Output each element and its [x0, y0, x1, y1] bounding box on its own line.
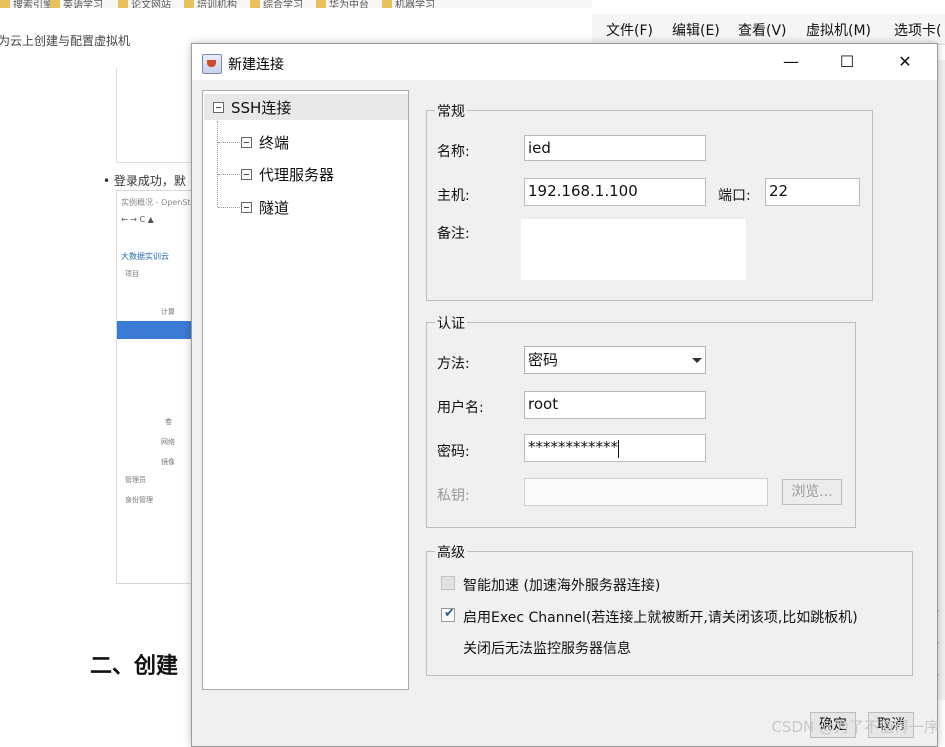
tree-connector	[218, 174, 240, 175]
tree-item-proxy[interactable]: 代理服务器	[239, 161, 399, 187]
screenshot-label: 计算	[161, 308, 175, 316]
bookmark-item[interactable]: 论文网站	[118, 0, 171, 8]
folder-icon	[250, 0, 260, 8]
note-input[interactable]	[521, 219, 746, 280]
dialog-titlebar[interactable]: 新建连接 — ☐ ✕	[192, 44, 937, 80]
folder-icon	[382, 0, 392, 8]
password-input[interactable]: ************	[524, 434, 706, 462]
screenshot-label: 网络	[161, 438, 175, 446]
auth-method-select[interactable]: 密码	[524, 346, 706, 374]
private-key-input[interactable]	[524, 478, 768, 506]
browse-button[interactable]: 浏览...	[782, 479, 842, 505]
exec-channel-checkbox[interactable]: ✔	[441, 606, 455, 622]
folder-icon	[184, 0, 194, 8]
collapse-icon[interactable]	[241, 169, 252, 180]
general-group: 常规 名称: ied 主机: 192.168.1.100 端口: 22 备注:	[426, 101, 873, 301]
tree-connector	[218, 142, 240, 143]
terminal-menu-bar: 文件(F) 编辑(E) 查看(V) 虚拟机(M) 选项卡(	[592, 14, 945, 45]
tree-item-ssh[interactable]: SSH连接	[204, 94, 408, 120]
method-label: 方法:	[437, 356, 470, 372]
exec-channel-note: 关闭后无法监控服务器信息	[463, 641, 631, 657]
auth-method-value: 密码	[528, 351, 559, 369]
checkmark-icon: ✔	[444, 606, 455, 621]
menu-tabs[interactable]: 选项卡(	[894, 20, 941, 40]
password-label: 密码:	[437, 444, 470, 460]
bookmark-item[interactable]: 搜索引擎	[0, 0, 53, 8]
java-app-icon	[202, 54, 222, 74]
connection-settings-tree: SSH连接 终端 代理服务器 隧道	[202, 90, 409, 690]
tree-item-tunnel[interactable]: 隧道	[239, 194, 399, 220]
tree-connector	[217, 121, 218, 207]
host-input[interactable]: 192.168.1.100	[524, 178, 706, 206]
bookmark-item[interactable]: 培训机构	[184, 0, 237, 8]
screenshot-highlight-bar	[117, 321, 195, 339]
article-bullet: • 登录成功，默	[103, 174, 186, 188]
tree-item-label: 隧道	[259, 199, 290, 217]
note-label: 备注:	[437, 226, 470, 242]
close-button[interactable]: ✕	[882, 44, 928, 80]
tree-item-terminal[interactable]: 终端	[239, 129, 399, 155]
auth-group: 认证 方法: 密码 用户名: root 密码: ************ 私钥:…	[426, 313, 856, 528]
folder-icon	[316, 0, 326, 8]
collapse-icon[interactable]	[241, 202, 252, 213]
tree-item-label: SSH连接	[231, 99, 292, 117]
screenshot-nav-icons: ← → C ▲	[121, 215, 154, 224]
host-label: 主机:	[437, 188, 470, 204]
bookmark-item[interactable]: 英语学习	[50, 0, 103, 8]
collapse-icon[interactable]	[241, 137, 252, 148]
menu-file[interactable]: 文件(F)	[606, 20, 653, 40]
screenshot-label: 项目	[125, 270, 139, 278]
bookmark-item[interactable]: 机器学习	[382, 0, 435, 8]
screenshot-label: 镜像	[161, 458, 175, 466]
browser-bookmark-bar: 搜索引擎 英语学习 论文网站 培训机构 综合学习 华为中台 机器学习	[0, 0, 592, 8]
advanced-group: 高级 智能加速 (加速海外服务器连接) ✔ 启用Exec Channel(若连接…	[426, 542, 913, 676]
screenshot-label: 管理员	[125, 476, 146, 484]
private-key-label: 私钥:	[437, 488, 470, 504]
port-input[interactable]: 22	[765, 178, 860, 206]
bookmark-item[interactable]: 华为中台	[316, 0, 369, 8]
tree-item-label: 代理服务器	[259, 166, 335, 184]
folder-icon	[118, 0, 128, 8]
username-input[interactable]: root	[524, 391, 706, 419]
exec-channel-label: 启用Exec Channel(若连接上就被断开,请关闭该项,比如跳板机)	[463, 610, 858, 626]
username-label: 用户名:	[437, 400, 484, 416]
article-section-title: 在华为云上创建与配置虚拟机	[0, 34, 131, 48]
folder-icon	[50, 0, 60, 8]
tree-item-label: 终端	[259, 134, 290, 152]
dropdown-arrow-icon	[692, 358, 702, 363]
csdn-watermark: CSDN @为了不值得一序	[771, 718, 939, 736]
dialog-title: 新建连接	[228, 57, 284, 73]
smart-accel-checkbox[interactable]	[441, 576, 455, 590]
article-screenshot: 实例概况 - OpenStack ← → C ▲ 大数据实训云 项目 计算 卷 …	[116, 190, 205, 584]
menu-edit[interactable]: 编辑(E)	[672, 20, 720, 40]
article-image	[116, 68, 195, 163]
tree-connector	[218, 207, 240, 208]
screenshot-label: 卷	[165, 418, 172, 426]
name-input[interactable]: ied	[524, 135, 706, 161]
minimize-button[interactable]: —	[768, 44, 814, 80]
advanced-group-title: 高级	[435, 542, 467, 562]
name-label: 名称:	[437, 144, 470, 160]
menu-vm[interactable]: 虚拟机(M)	[806, 20, 871, 40]
text-caret	[618, 440, 619, 458]
menu-view[interactable]: 查看(V)	[738, 20, 787, 40]
collapse-icon[interactable]	[213, 102, 224, 113]
folder-icon	[0, 0, 10, 8]
screenshot-label: 身份管理	[125, 496, 153, 504]
general-group-title: 常规	[435, 101, 467, 121]
bookmark-item[interactable]: 综合学习	[250, 0, 303, 8]
smart-accel-label: 智能加速 (加速海外服务器连接)	[463, 578, 661, 594]
port-label: 端口:	[718, 188, 751, 204]
password-mask: ************	[528, 438, 618, 456]
article-heading: 二、创建	[90, 654, 179, 679]
new-connection-dialog: 新建连接 — ☐ ✕ SSH连接 终端 代理服务器 隧道 常规 名称: ied	[191, 43, 938, 747]
maximize-button[interactable]: ☐	[824, 44, 870, 80]
screenshot-brand: 大数据实训云	[121, 252, 169, 261]
auth-group-title: 认证	[435, 313, 467, 333]
